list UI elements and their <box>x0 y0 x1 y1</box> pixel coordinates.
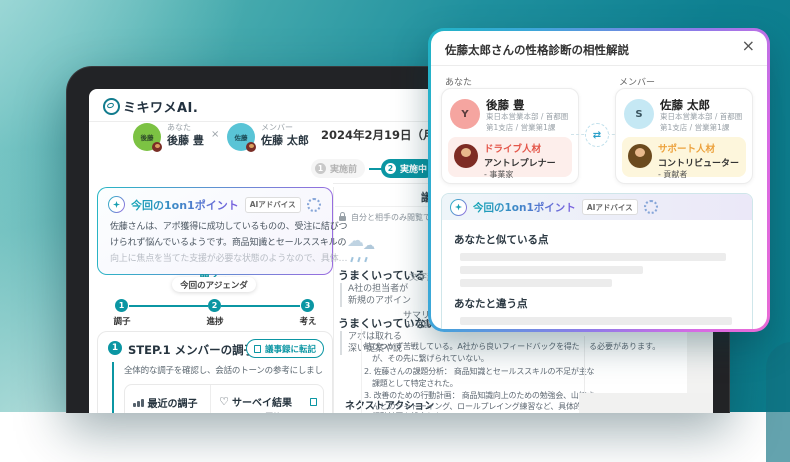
modal-point-title: 今回の1on1ポイント <box>473 201 576 214</box>
you-type-name: アントレプレナー <box>484 159 556 169</box>
tab-before[interactable]: 1 実施前 <box>311 159 366 178</box>
member-initial-avatar: S <box>624 99 654 129</box>
point-text-line: 佐藤さんは、アポ獲得に成功しているものの、受注に結びつ <box>110 222 348 232</box>
compatibility-modal: 佐藤太郎さんの性格診断の相性解説 × あなた メンバー Y 後藤 豊 東日本営業… <box>428 28 770 332</box>
member-type-sub: - 貢献者 <box>658 170 688 179</box>
sparkle-icon <box>450 199 467 216</box>
modal-point-header: 今回の1on1ポイント AIアドバイス <box>442 194 752 220</box>
lock-icon <box>339 212 346 221</box>
step-line <box>221 305 300 307</box>
step-3-label: 考え <box>299 317 317 327</box>
mood-card: 最近の調子 ♡ サーベイ結果 2023/06/15回答 <box>124 384 324 413</box>
you-card: Y 後藤 豊 東日本営業本部 / 首都圏第1支店 / 営業第1課 ドライブ人材 … <box>441 88 579 184</box>
you-org: 東日本営業本部 / 首都圏第1支店 / 営業第1課 <box>486 112 569 133</box>
ai-advice-badge: AIアドバイス <box>581 199 638 215</box>
summary-line: 結びつかず苦戦している。A社から良いフィードバックを得た <box>364 342 580 351</box>
you-name: 後藤 豊 <box>167 134 204 147</box>
step-1-label: 調子 <box>113 317 131 327</box>
summary-line: 2. 佐藤さんの課題分析： 商品知識とセールススキルの不足が主な <box>364 367 595 376</box>
bar-chart-icon <box>133 398 144 407</box>
step-3-dot[interactable]: 3 <box>301 299 314 312</box>
step-2-dot[interactable]: 2 <box>208 299 221 312</box>
app-logo: ミキワメAI. <box>123 101 199 116</box>
right-pane-divider <box>584 336 585 393</box>
copy-icon <box>253 344 261 353</box>
member-illustration-icon <box>246 142 256 152</box>
skeleton-bar <box>460 253 726 261</box>
column-divider <box>333 187 334 413</box>
you-label: あなた <box>445 78 473 88</box>
agenda-pill: 今回のアジェンダ <box>172 277 256 292</box>
recent-mood-label: 最近の調子 <box>147 399 198 410</box>
you-avatar: 後藤 <box>133 123 162 152</box>
pane-divider <box>361 329 362 413</box>
step1-description: 全体的な調子を確認し、会話のトーンの参考にしましょう。 <box>124 366 324 376</box>
transfer-to-minutes-button[interactable]: 議事録に転記 <box>245 339 324 358</box>
spinner-icon <box>643 200 658 214</box>
summary-line: 課題として特定された。 <box>372 379 458 388</box>
you-illustration-icon <box>152 142 162 152</box>
step1-number: 1 <box>108 341 122 355</box>
sparkle-icon <box>108 196 125 213</box>
member-type-label: サポート人材 <box>658 144 716 155</box>
member-org: 東日本営業本部 / 首都圏第1支店 / 営業第1課 <box>660 112 743 133</box>
skeleton-bar <box>460 330 609 332</box>
footer-area <box>579 393 713 413</box>
mikiwame-logo-icon <box>103 98 120 115</box>
you-type-box: ドライブ人材 アントレプレナー - 事業家 <box>448 137 572 179</box>
swap-arrows-icon: ⇄ <box>585 123 609 147</box>
summary-line: が、その先に繋げられていない。 <box>372 354 489 363</box>
modal-title: 佐藤太郎さんの性格診断の相性解説 <box>445 43 629 57</box>
tab-during[interactable]: 2 実施中 <box>381 159 436 178</box>
ai-advice-badge: AIアドバイス <box>244 196 301 213</box>
point-text-line: 向上に焦点を当てた支援が必要な状態のようなので、具体… <box>110 254 348 264</box>
point-text-line: けられず悩んでいるようです。商品知識とセールススキルの <box>110 238 347 248</box>
member-type-box: サポート人材 コントリビューター - 貢献者 <box>622 137 746 179</box>
right-pane-text: る必要があります。 <box>589 342 661 351</box>
modal-point-section: 今回の1on1ポイント AIアドバイス あなたと似ている点 あなたと違う点 <box>441 193 753 332</box>
open-survey-icon[interactable] <box>310 397 317 406</box>
survey-date: 2023/06/15回答 <box>219 411 281 413</box>
rain-cloud-icon: ☁ <box>347 231 364 251</box>
summary-line: 行動計画を設定した。 <box>372 411 450 413</box>
member-card: S 佐藤 太郎 東日本営業本部 / 首都圏第1支店 / 営業第1課 サポート人材… <box>615 88 753 184</box>
skeleton-bar <box>460 266 644 274</box>
heart-icon: ♡ <box>219 395 229 408</box>
rain-cloud-icon: ☁ <box>363 238 375 252</box>
support-type-illustration <box>628 144 652 168</box>
step1-card: 1 STEP.1 メンバーの調子 議事録に転記 全体的な調子を確認し、会話のトー… <box>97 331 333 413</box>
pair-separator: × <box>211 129 220 140</box>
point-card-title: 今回の1on1ポイント <box>131 198 239 212</box>
summary-line: 3. 改善のための行動計画： 商品知識向上のための勉強会、山崎さ <box>364 391 595 400</box>
step-1-dot[interactable]: 1 <box>115 299 128 312</box>
different-heading: あなたと違う点 <box>454 298 528 310</box>
close-icon[interactable]: × <box>742 36 755 55</box>
similar-heading: あなたと似ている点 <box>454 234 549 246</box>
you-initial-avatar: Y <box>450 99 480 129</box>
going-well-quote: A社の担当者が 新規のアポイン <box>340 283 411 308</box>
step1-title: STEP.1 メンバーの調子 <box>128 343 256 357</box>
survey-result-label: サーベイ結果 <box>232 398 292 409</box>
step-2-label: 進捗 <box>206 317 224 327</box>
step-line <box>129 305 208 307</box>
you-type-label: ドライブ人材 <box>484 144 542 155</box>
member-name: 佐藤 太郎 <box>261 134 309 147</box>
modal-divider <box>431 65 767 66</box>
spinner-icon <box>306 197 321 212</box>
member-type-name: コントリビューター <box>658 159 740 169</box>
ai-point-card: 今回の1on1ポイント AIアドバイス 佐藤さんは、アポ獲得に成功しているものの… <box>97 187 348 286</box>
drive-type-illustration <box>454 144 478 168</box>
member-avatar: 佐藤 <box>227 123 256 152</box>
background-shape <box>766 342 790 462</box>
you-type-sub: - 事業家 <box>484 170 514 179</box>
skeleton-bar <box>460 317 732 325</box>
skeleton-bar <box>460 279 612 287</box>
member-label: メンバー <box>619 78 656 88</box>
